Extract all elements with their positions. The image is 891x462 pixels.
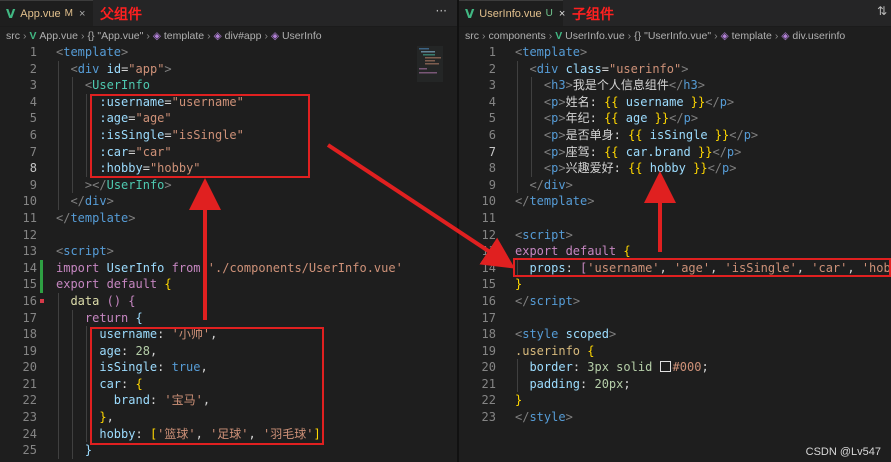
tab-userinfo-vue[interactable]: V UserInfo.vue U × xyxy=(459,0,565,26)
code-line: 19 age: 28, xyxy=(22,342,158,360)
element-icon: ◈ xyxy=(720,30,732,42)
breadcrumb-item[interactable]: App.vue xyxy=(39,30,78,42)
color-swatch[interactable] xyxy=(659,361,671,373)
code-line: 21 padding: 20px; xyxy=(481,375,631,393)
code-line: 18 username: '小帅', xyxy=(22,326,218,343)
element-icon: ◈ xyxy=(781,30,793,42)
breadcrumb-item[interactable]: UserInfo.vue xyxy=(565,30,625,42)
tab-label: App.vue xyxy=(20,7,61,20)
code-line: 9 ></UserInfo> xyxy=(29,176,172,194)
breadcrumb-item[interactable]: UserInfo xyxy=(282,30,322,42)
code-line: 6 :isSingle="isSingle" xyxy=(29,126,244,144)
breadcrumb: src › V App.vue ›{} "App.vue" › ◈ template › ◈ … xyxy=(6,30,322,42)
code-line: 10 </div> xyxy=(22,193,114,210)
code-line: 12 <script> xyxy=(481,227,573,242)
code-line: 5 :age="age" xyxy=(29,110,172,127)
code-line: 25 } xyxy=(22,442,93,459)
code-line: 9 </div> xyxy=(488,176,573,194)
code-line: 14 props: ['username', 'age', 'isSingle'… xyxy=(481,259,891,277)
code-line: 6 <p>是否单身: {{ isSingle }}</p> xyxy=(488,126,759,144)
code-line: 3 <h3>我是个人信息组件</h3> xyxy=(488,77,705,94)
left-code-editor[interactable]: 1 <template> 2 <div id="app"> 3 <UserInfo… xyxy=(0,44,457,459)
modified-badge: M xyxy=(64,8,74,19)
tab-app-vue[interactable]: V App.vue M × xyxy=(0,0,93,26)
code-line: 7 :car="car" xyxy=(29,143,172,161)
more-actions-icon[interactable]: ··· xyxy=(436,4,447,18)
compare-icon[interactable]: ⇅ xyxy=(877,4,887,18)
code-line: 17 return { xyxy=(22,309,143,327)
code-line: 20 isSingle: true, xyxy=(22,359,208,376)
breadcrumb-item[interactable]: div.userinfo xyxy=(792,30,845,42)
code-line: 3 <UserInfo xyxy=(29,77,150,94)
vue-file-icon: V xyxy=(465,6,475,21)
parent-component-annotation: 父组件 xyxy=(100,7,142,23)
code-line: 22} xyxy=(481,393,523,408)
code-line: 4 <p>姓名: {{ username }}</p> xyxy=(488,93,735,111)
code-line: 14 import UserInfo from './components/Use… xyxy=(22,259,403,277)
code-line: 11 xyxy=(481,210,496,225)
code-line: 2 <div class="userinfo"> xyxy=(488,60,689,78)
code-line: 5 <p>年纪: {{ age }}</p> xyxy=(488,110,699,127)
breadcrumb-item[interactable]: template xyxy=(732,30,772,42)
code-line: 17 xyxy=(481,310,496,325)
code-line: 16 </script> xyxy=(481,293,581,308)
breadcrumb-item[interactable]: template xyxy=(164,30,204,42)
right-tab-bar: V UserInfo.vue U × 子组件 ⇅ xyxy=(459,0,891,27)
child-component-annotation: 子组件 xyxy=(572,7,614,23)
code-line: 15} xyxy=(481,277,523,292)
code-line: 20 border: 3px solid #000; xyxy=(481,359,709,376)
code-line: 18 <style scoped> xyxy=(481,327,617,342)
element-icon: ◈ xyxy=(270,30,282,42)
code-line: 22 brand: '宝马', xyxy=(22,392,211,410)
code-line: 8 <p>兴趣爱好: {{ hobby }}</p> xyxy=(488,160,737,177)
breadcrumb-item[interactable]: src xyxy=(6,30,20,42)
code-line: 24 hobby: ['篮球', '足球', '羽毛球'] xyxy=(22,425,321,443)
code-line: 1 <template> xyxy=(488,45,588,59)
breadcrumb-item[interactable]: {} "UserInfo.vue" xyxy=(634,30,711,42)
element-icon: ◈ xyxy=(152,30,164,42)
code-line: 16 data () { xyxy=(22,292,136,310)
breadcrumb-item[interactable]: div#app xyxy=(225,30,262,42)
breadcrumb-item[interactable]: components xyxy=(489,30,546,42)
code-line: 2 <div id="app"> xyxy=(29,60,172,78)
tab-label: UserInfo.vue xyxy=(479,7,542,20)
vue-file-icon: V xyxy=(555,30,566,42)
element-icon: ◈ xyxy=(213,30,225,42)
code-line: 11 </template> xyxy=(22,210,136,225)
code-line: 1 <template> xyxy=(29,45,129,59)
code-line: 8 :hobby="hobby" xyxy=(29,160,201,177)
code-line: 21 car: { xyxy=(22,375,143,393)
vue-file-icon: V xyxy=(6,6,16,21)
close-tab-icon[interactable]: × xyxy=(79,8,85,20)
code-line: 4 :username="username" xyxy=(29,93,244,111)
breadcrumb-item[interactable]: src xyxy=(465,30,479,42)
right-editor-pane: V UserInfo.vue U × 子组件 ⇅ src › components ›… xyxy=(459,0,891,462)
code-line: 15 export default { xyxy=(22,276,172,293)
watermark: CSDN @Lv547 xyxy=(805,446,881,458)
left-editor-pane: V App.vue M × 父组件 ··· src › V App.vue ›{} "… xyxy=(0,0,457,462)
right-code-editor[interactable]: 1 <template> 2 <div class="userinfo"> 3 <… xyxy=(459,44,891,426)
code-line: 7 <p>座驾: {{ car.brand }}</p> xyxy=(488,143,742,161)
breadcrumb-item[interactable]: {} "App.vue" xyxy=(87,30,143,42)
code-line: 23 }, xyxy=(22,409,114,426)
left-tab-bar: V App.vue M × 父组件 ··· xyxy=(0,0,457,27)
breadcrumb: src › components › V UserInfo.vue ›{} "UserIn… xyxy=(465,30,846,42)
code-line: 13 export default { xyxy=(481,244,631,259)
vue-file-icon: V xyxy=(29,30,40,42)
code-line: 23 </style> xyxy=(481,410,573,425)
code-line: 10 </template> xyxy=(481,194,595,209)
code-line: 13 <script> xyxy=(22,244,114,259)
close-tab-icon[interactable]: × xyxy=(559,8,565,20)
code-line: 12 xyxy=(22,227,37,242)
code-line: 19 .userinfo { xyxy=(481,343,595,358)
untracked-badge: U xyxy=(545,8,553,19)
